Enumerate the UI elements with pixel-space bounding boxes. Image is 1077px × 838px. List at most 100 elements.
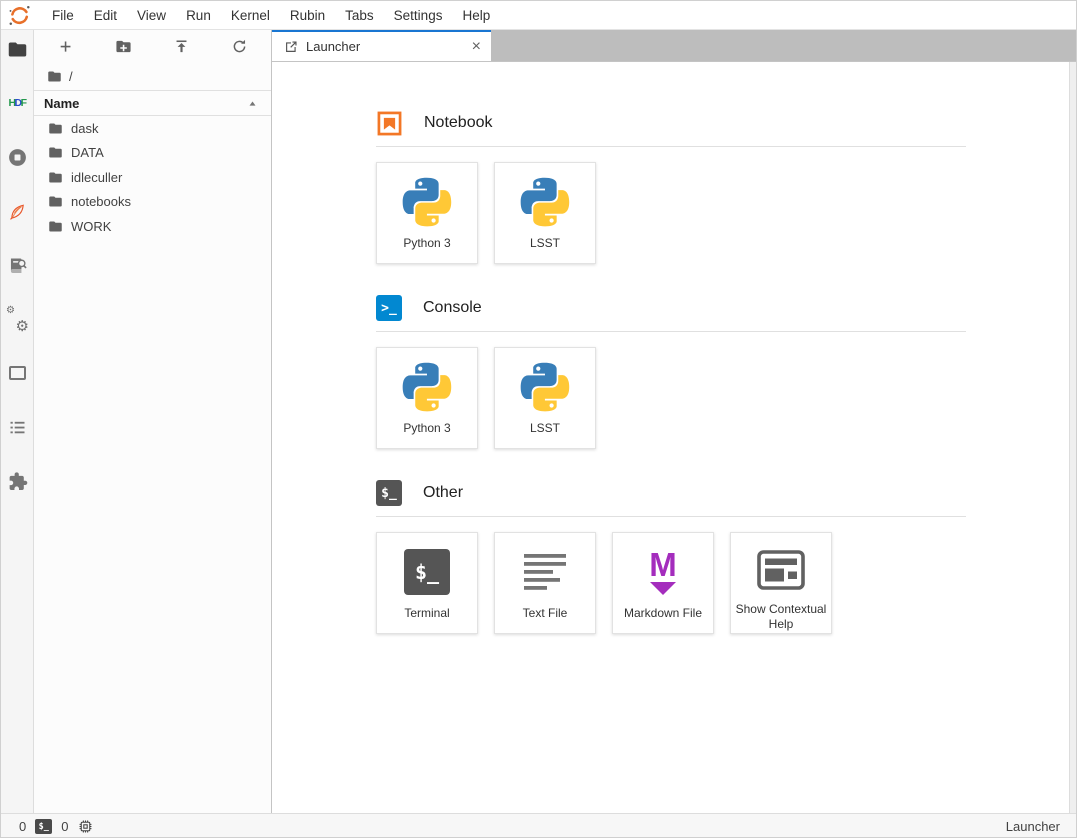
refresh-icon [231, 38, 248, 55]
card-text-file[interactable]: Text File [494, 532, 596, 634]
sidebar-item-table-of-contents[interactable] [4, 413, 30, 441]
menu-view[interactable]: View [127, 8, 176, 23]
folder-name: WORK [71, 219, 111, 234]
section-title: Console [423, 299, 482, 317]
upload-icon [173, 38, 190, 55]
file-browser-panel: / Name dask DATA idleculler [34, 30, 271, 813]
folder-row-data[interactable]: DATA [34, 141, 271, 166]
breadcrumb-root[interactable]: / [69, 69, 73, 84]
status-bar: 0 $_ 0 Launcher [1, 813, 1076, 838]
sidebar-item-running-sessions[interactable] [4, 143, 30, 171]
card-notebook-python3[interactable]: Python 3 [376, 162, 478, 264]
contextual-help-icon [755, 546, 807, 594]
home-folder-icon[interactable] [47, 69, 62, 84]
card-label: LSST [527, 421, 563, 437]
window-icon [9, 366, 26, 380]
refresh-button[interactable] [231, 38, 249, 56]
stop-circle-icon [7, 147, 28, 168]
text-file-icon [519, 546, 571, 598]
rubin-logo-icon [8, 4, 31, 27]
card-row: Python 3 LSST [376, 162, 966, 264]
section-title: Other [423, 484, 463, 502]
section-divider [376, 146, 966, 147]
folder-row-dask[interactable]: dask [34, 116, 271, 141]
list-icon [7, 417, 28, 438]
section-divider [376, 331, 966, 332]
menu-file[interactable]: File [42, 8, 84, 23]
section-header: >_ Console [376, 294, 966, 322]
folder-name: notebooks [71, 194, 131, 209]
firefly-leaf-icon [7, 201, 28, 222]
name-column-label: Name [44, 96, 79, 111]
card-console-python3[interactable]: Python 3 [376, 347, 478, 449]
menu-run[interactable]: Run [176, 8, 221, 23]
section-title: Notebook [424, 114, 493, 132]
launcher-section-notebook: Notebook Python 3 LSST [376, 109, 966, 264]
gears-icon: ⚙⚙ [6, 308, 28, 330]
card-console-lsst[interactable]: LSST [494, 347, 596, 449]
python-logo-icon [401, 361, 453, 413]
terminal-icon: $_ [376, 480, 402, 506]
card-label: Terminal [401, 606, 452, 622]
folder-row-idleculler[interactable]: idleculler [34, 165, 271, 190]
sidebar-item-property-inspector[interactable]: ⚙⚙ [4, 305, 30, 333]
launcher-section-other: $_ Other $_ Terminal Text File [376, 479, 966, 634]
sidebar-item-file-browser[interactable] [4, 35, 30, 63]
folder-name: dask [71, 121, 98, 136]
notebook-icon [376, 110, 403, 137]
card-notebook-lsst[interactable]: LSST [494, 162, 596, 264]
folder-icon [48, 194, 63, 209]
terminal-icon: $_ [35, 819, 52, 834]
plus-icon [57, 38, 74, 55]
section-header: Notebook [376, 109, 966, 137]
name-column-header[interactable]: Name [34, 90, 271, 116]
breadcrumb: / [34, 63, 271, 90]
markdown-icon: M [637, 546, 689, 598]
sidebar-item-firefly[interactable] [4, 197, 30, 225]
sidebar-item-open-tabs[interactable] [4, 359, 30, 387]
card-label: Show Contextual Help [731, 602, 831, 633]
right-edge-gutter [1069, 62, 1076, 813]
card-show-contextual-help[interactable]: Show Contextual Help [730, 532, 832, 634]
card-row: Python 3 LSST [376, 347, 966, 449]
console-icon: >_ [376, 295, 402, 321]
close-tab-icon[interactable]: × [472, 39, 481, 55]
python-logo-icon [519, 176, 571, 228]
folder-name: idleculler [71, 170, 122, 185]
card-label: Python 3 [400, 236, 453, 252]
menu-help[interactable]: Help [452, 8, 500, 23]
hdf5-icon: HDF [8, 97, 25, 109]
running-sessions-status[interactable]: 0 $_ 0 [19, 818, 94, 835]
card-label: Markdown File [621, 606, 705, 622]
sort-ascending-icon[interactable] [247, 98, 258, 109]
upload-button[interactable] [173, 38, 191, 56]
file-browser-toolbar [34, 30, 271, 63]
new-folder-icon [115, 38, 132, 55]
python-logo-icon [519, 361, 571, 413]
section-header: $_ Other [376, 479, 966, 507]
card-label: Text File [520, 606, 571, 622]
card-terminal[interactable]: $_ Terminal [376, 532, 478, 634]
sidebar-item-notebook-inspector[interactable] [4, 251, 30, 279]
card-markdown-file[interactable]: M Markdown File [612, 532, 714, 634]
menu-rubin[interactable]: Rubin [280, 8, 335, 23]
menu-kernel[interactable]: Kernel [221, 8, 280, 23]
sidebar-item-hdf5-viewer[interactable]: HDF [4, 89, 30, 117]
menu-bar: File Edit View Run Kernel Rubin Tabs Set… [1, 1, 1076, 30]
new-folder-button[interactable] [114, 38, 132, 56]
folder-row-notebooks[interactable]: notebooks [34, 190, 271, 215]
launcher-section-console: >_ Console Python 3 LSST [376, 294, 966, 449]
current-activity-label: Launcher [1006, 819, 1060, 834]
menu-settings[interactable]: Settings [384, 8, 453, 23]
menu-edit[interactable]: Edit [84, 8, 127, 23]
python-logo-icon [401, 176, 453, 228]
new-launcher-button[interactable] [56, 38, 74, 56]
launcher-tab-icon [284, 40, 298, 54]
menu-tabs[interactable]: Tabs [335, 8, 384, 23]
jupyterlab-window: File Edit View Run Kernel Rubin Tabs Set… [0, 0, 1077, 838]
folder-icon [48, 121, 63, 136]
folder-row-work[interactable]: WORK [34, 214, 271, 239]
sidebar-item-extension-manager[interactable] [4, 467, 30, 495]
workspace-body: HDF ⚙⚙ [1, 30, 1076, 813]
tab-launcher[interactable]: Launcher × [272, 30, 491, 61]
